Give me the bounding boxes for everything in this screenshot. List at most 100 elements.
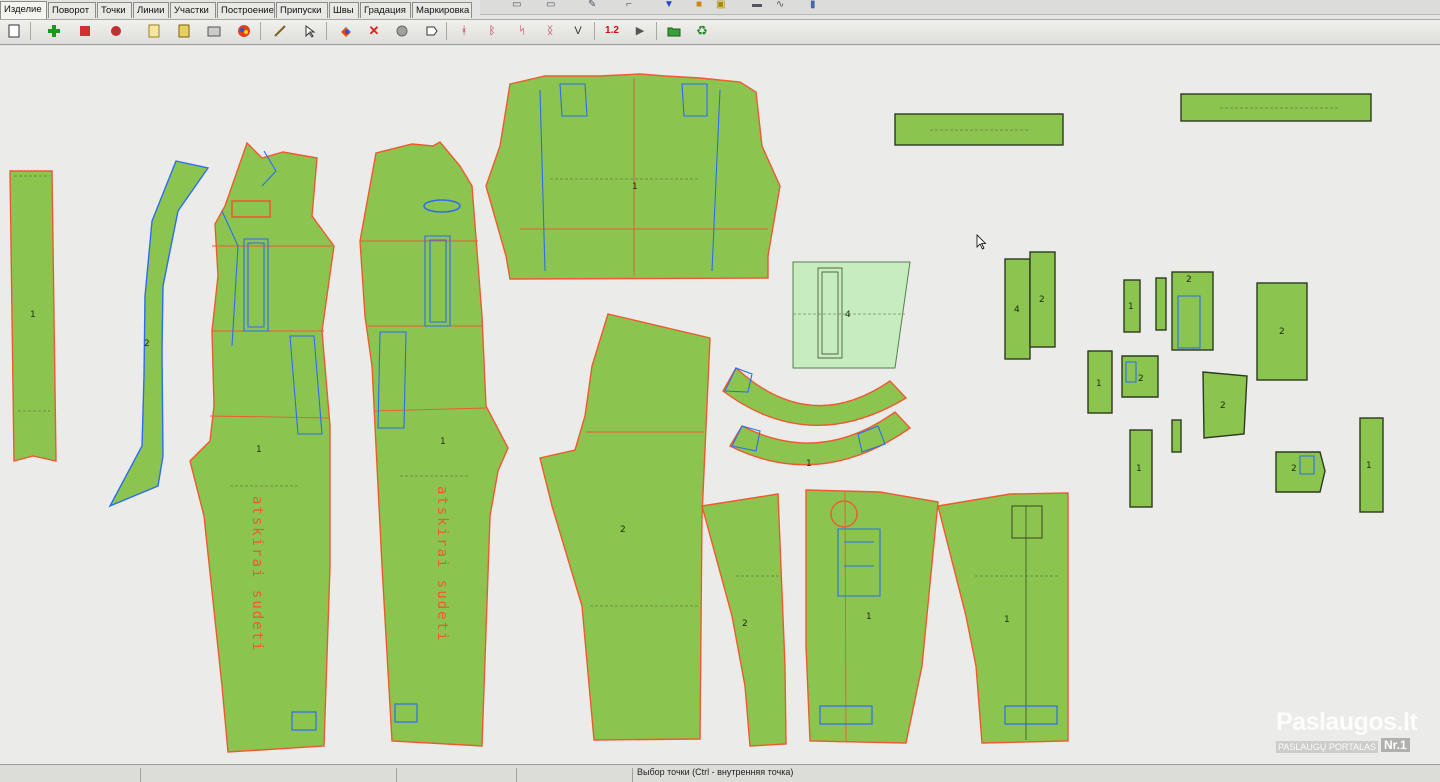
- delete-piece-icon[interactable]: [77, 23, 93, 39]
- pattern-piece-leg-back[interactable]: 1: [937, 492, 1069, 744]
- status-message: Выбор точки (Ctrl - внутренняя точка): [637, 767, 794, 777]
- page-icon[interactable]: [146, 23, 162, 39]
- pattern-piece-sleeve[interactable]: 2: [701, 493, 787, 747]
- delete-x-icon[interactable]: ✕: [366, 23, 382, 39]
- pattern-piece-2[interactable]: 2: [1202, 371, 1248, 439]
- tab-povorot[interactable]: Поворот: [48, 2, 96, 18]
- toolbar-icon[interactable]: ▣: [716, 0, 728, 10]
- tab-bar: Изделие Поворот Точки Линии Участки Пост…: [0, 1, 480, 19]
- tab-linii[interactable]: Линии: [133, 2, 169, 18]
- pattern-piece-small-2[interactable]: 2: [1029, 251, 1056, 348]
- toolbar-icon[interactable]: ■: [696, 0, 708, 10]
- pattern-piece-back-leg[interactable]: 2: [539, 313, 711, 741]
- mirror-s-icon[interactable]: ᛋ: [514, 23, 530, 39]
- status-divider: [632, 768, 633, 782]
- pattern-piece-front-left[interactable]: 1 atskirai sudeti: [189, 141, 335, 753]
- piece-label: 2: [1291, 464, 1297, 474]
- play-icon[interactable]: ▶: [632, 23, 648, 39]
- palette-icon[interactable]: [236, 23, 252, 39]
- toolbar-icon[interactable]: ▭: [512, 0, 524, 10]
- piece-label: 2: [620, 525, 626, 535]
- tab-izdelie[interactable]: Изделие: [0, 1, 47, 19]
- cad-window: ▭ ▭ ✎ ⌐ ▼ ■ ▣ ▬ ∿ ▮ Изделие Поворот Точк…: [0, 0, 1440, 782]
- recycle-icon[interactable]: ♻: [694, 23, 710, 39]
- arrow-down-icon[interactable]: ▼: [664, 0, 676, 10]
- mirror-icon[interactable]: ᚼ: [456, 23, 472, 39]
- watermark-subtitle: PASLAUGŲ PORTALAS: [1276, 741, 1379, 753]
- bug-icon[interactable]: [108, 23, 124, 39]
- select-arrow-icon[interactable]: [302, 23, 318, 39]
- piece-label: 1: [440, 437, 446, 447]
- pattern-piece-waistband-2[interactable]: [1180, 93, 1372, 122]
- piece-label: 2: [1279, 327, 1285, 337]
- circle-icon[interactable]: [394, 23, 410, 39]
- piece-label: 1: [1128, 302, 1134, 312]
- toolbar-icon[interactable]: ⌐: [626, 0, 638, 10]
- new-file-icon[interactable]: [6, 23, 22, 39]
- pattern-canvas[interactable]: .pc { fill:#8cc450; stroke:#ee5a2e; stro…: [0, 46, 1440, 764]
- tab-markirovka[interactable]: Маркировка: [412, 2, 472, 18]
- pattern-piece-small-1[interactable]: 1: [1087, 350, 1113, 414]
- pattern-piece-pocket[interactable]: 4: [792, 261, 911, 369]
- piece-label: 2: [1039, 295, 1045, 305]
- piece-label: 2: [742, 619, 748, 629]
- status-divider: [140, 768, 141, 782]
- tab-gradatsiya[interactable]: Градация: [360, 2, 411, 18]
- toolbar-icon[interactable]: ▮: [810, 0, 822, 10]
- tab-uchastki[interactable]: Участки: [170, 2, 216, 18]
- pattern-piece-waistband-1[interactable]: [894, 113, 1064, 146]
- pattern-piece-facing[interactable]: 2: [108, 160, 210, 508]
- pattern-piece-back-top[interactable]: 1: [485, 73, 781, 280]
- toolbar-separator: [326, 22, 327, 40]
- pattern-piece-pocket-blue[interactable]: 2: [1171, 271, 1214, 351]
- tab-tochki[interactable]: Точки: [97, 2, 132, 18]
- mirror-curve-icon[interactable]: ᛝ: [542, 23, 558, 39]
- pattern-piece-mid-2[interactable]: 2: [1121, 355, 1159, 398]
- pattern-piece-front-right[interactable]: 1 atskirai sudeti: [359, 141, 509, 747]
- piece-label: 4: [845, 310, 851, 320]
- tab-shvy[interactable]: Швы: [329, 2, 359, 18]
- toolbar-separator: [594, 22, 595, 40]
- pattern-piece-strap-1[interactable]: 1: [1129, 429, 1153, 508]
- v-icon[interactable]: V: [570, 23, 586, 39]
- piece-annotation: atskirai sudeti: [434, 486, 450, 642]
- toolbar-icon[interactable]: ✎: [588, 0, 600, 10]
- pattern-piece-collar[interactable]: 1: [722, 366, 912, 469]
- tab-pripuski[interactable]: Припуски: [276, 2, 328, 18]
- pattern-piece-big-2[interactable]: 2: [1256, 282, 1308, 381]
- folder-icon[interactable]: [666, 23, 682, 39]
- main-toolbar: ✕ ᚼ ᛒ ᛋ ᛝ V 1.2 ▶ ♻: [0, 19, 1440, 45]
- watermark-title: Paslaugos.lt: [1276, 708, 1418, 736]
- piece-label: 1: [1096, 379, 1102, 389]
- pattern-piece-right-2[interactable]: 2: [1275, 451, 1326, 493]
- tab-postroenie[interactable]: Построение: [217, 2, 275, 18]
- pattern-piece-strap-small[interactable]: [1171, 419, 1182, 453]
- pattern-piece-tab-1[interactable]: 1: [1123, 279, 1141, 333]
- pattern-piece-tab-2[interactable]: [1155, 277, 1167, 331]
- toolbar-icon[interactable]: ▭: [546, 0, 558, 10]
- tag-icon[interactable]: [424, 23, 440, 39]
- toolbar-separator: [260, 22, 261, 40]
- scale-icon[interactable]: 1.2: [602, 23, 622, 39]
- pattern-piece-small-4[interactable]: 4: [1004, 258, 1031, 360]
- piece-label: 1: [866, 612, 872, 622]
- color-fill-icon[interactable]: [338, 23, 354, 39]
- layers-icon[interactable]: [206, 23, 222, 39]
- piece-label: 1: [1004, 615, 1010, 625]
- toolbar-separator: [446, 22, 447, 40]
- toolbar-icon[interactable]: ∿: [776, 0, 788, 10]
- secondary-toolbar-strip: ▭ ▭ ✎ ⌐ ▼ ■ ▣ ▬ ∿ ▮: [480, 0, 1440, 15]
- mirror-n-icon[interactable]: ᛒ: [484, 23, 500, 39]
- page-yellow-icon[interactable]: [176, 23, 192, 39]
- piece-label: 2: [1186, 275, 1192, 285]
- add-piece-icon[interactable]: [46, 23, 62, 39]
- pencil-icon[interactable]: [272, 23, 288, 39]
- pattern-piece-strip[interactable]: 1: [9, 170, 57, 462]
- piece-label: 1: [632, 182, 638, 192]
- piece-label: 1: [30, 310, 36, 320]
- toolbar-icon[interactable]: ▬: [752, 0, 764, 10]
- piece-label: 2: [144, 339, 150, 349]
- pattern-piece-leg-front[interactable]: 1: [805, 489, 939, 744]
- piece-label: 2: [1138, 374, 1144, 384]
- pattern-piece-right-1[interactable]: 1: [1359, 417, 1384, 513]
